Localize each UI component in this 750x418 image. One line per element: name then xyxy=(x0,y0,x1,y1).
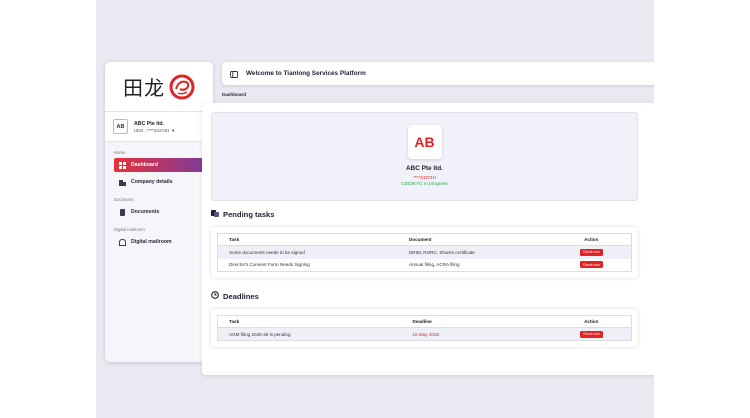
task-cell: AGM filing 2025-26 is pending xyxy=(217,327,402,341)
company-uen: ****34374H xyxy=(413,175,436,180)
caret-down-icon: ▼ xyxy=(171,127,176,133)
dragon-logo-icon xyxy=(169,74,195,99)
check-now-button[interactable]: Check now xyxy=(579,330,603,338)
company-name: ABC Pte ltd. xyxy=(134,120,164,127)
table-row: Director's Consent Form Needs Signing An… xyxy=(218,259,632,272)
top-bar: Welcome to Tianlong Services Platform 0 … xyxy=(222,62,654,85)
grid-icon xyxy=(119,161,126,169)
mailbox-icon xyxy=(119,238,126,246)
document-cell: Annual filing, ACRA filing xyxy=(408,262,460,268)
column-header: Action xyxy=(551,233,632,246)
table-row: Some documents needs to be signed DRIM, … xyxy=(217,245,632,259)
deadlines-heading: Deadlines xyxy=(211,291,259,301)
main-content: AB ABC Pte ltd. ****34374H CDD/KYC in pr… xyxy=(202,103,654,375)
sidebar-toggle-icon[interactable] xyxy=(230,65,238,83)
breadcrumb[interactable]: Dashboard xyxy=(222,92,246,97)
company-profile-card: AB ABC Pte ltd. ****34374H CDD/KYC in pr… xyxy=(211,112,638,201)
sidebar: 田龙 AB ABC Pte ltd. UEN : ****34374H ▼ Hom… xyxy=(105,62,213,362)
task-cell: Director's Consent Form Needs Signing xyxy=(229,262,310,268)
deadlines-card: Task Deadline Action AGM filing 2025-26 … xyxy=(211,309,638,347)
check-now-button[interactable]: Check now xyxy=(579,248,603,256)
pending-tasks-card: Task Document Action Some documents need… xyxy=(211,227,638,278)
check-now-button[interactable]: Check now xyxy=(579,261,603,269)
company-logo: AB xyxy=(407,125,442,159)
document-icon xyxy=(119,208,126,216)
company-name: ABC Pte ltd. xyxy=(406,165,443,172)
column-header: Task xyxy=(217,233,398,246)
column-header: Deadline xyxy=(401,315,552,328)
deadlines-table: Task Deadline Action AGM filing 2025-26 … xyxy=(217,315,632,341)
column-header: Task xyxy=(217,315,402,328)
nav-section-document: Document xyxy=(114,197,134,202)
sidebar-item-digital-mailroom[interactable]: Digital mailroom xyxy=(114,235,207,249)
pending-tasks-heading: Pending tasks xyxy=(211,209,274,219)
sidebar-item-documents[interactable]: Documents xyxy=(114,205,207,219)
sidebar-item-label: Company details xyxy=(131,179,173,185)
kyc-status: CDD/KYC in progress xyxy=(401,182,448,187)
clock-icon xyxy=(211,291,219,301)
sidebar-item-label: Digital mailroom xyxy=(131,239,172,245)
tasks-icon xyxy=(211,209,219,219)
nav-section-home: Home xyxy=(114,150,126,155)
sidebar-item-company-details[interactable]: Company details xyxy=(114,175,207,189)
task-cell: Some documents needs to be signed xyxy=(217,245,398,259)
nav-section-digital-mailroom: Digital mailroom xyxy=(114,227,145,232)
building-icon xyxy=(119,179,126,186)
sidebar-item-label: Dashboard xyxy=(131,162,159,168)
pending-tasks-table: Task Document Action Some documents need… xyxy=(217,233,632,272)
deadline-cell: 15 May 2025 xyxy=(401,327,552,341)
table-row: AGM filing 2025-26 is pending 15 May 202… xyxy=(217,327,632,341)
column-header: Action xyxy=(551,315,632,328)
app-window: 田龙 AB ABC Pte ltd. UEN : ****34374H ▼ Hom… xyxy=(96,0,654,418)
document-cell: DRIM, RORC, Shares certificate xyxy=(397,245,552,259)
logo-text: 田龙 xyxy=(123,76,165,100)
sidebar-item-label: Documents xyxy=(131,209,160,215)
company-uen: UEN : ****34374H ▼ xyxy=(134,127,176,133)
company-badge: AB xyxy=(113,119,128,134)
header-title: Welcome to Tianlong Services Platform xyxy=(246,70,366,77)
brand-logo[interactable]: 田龙 xyxy=(105,62,213,112)
company-switcher[interactable]: AB ABC Pte ltd. UEN : ****34374H ▼ xyxy=(105,112,213,142)
column-header: Document xyxy=(397,233,552,246)
sidebar-item-dashboard[interactable]: Dashboard xyxy=(114,158,207,172)
